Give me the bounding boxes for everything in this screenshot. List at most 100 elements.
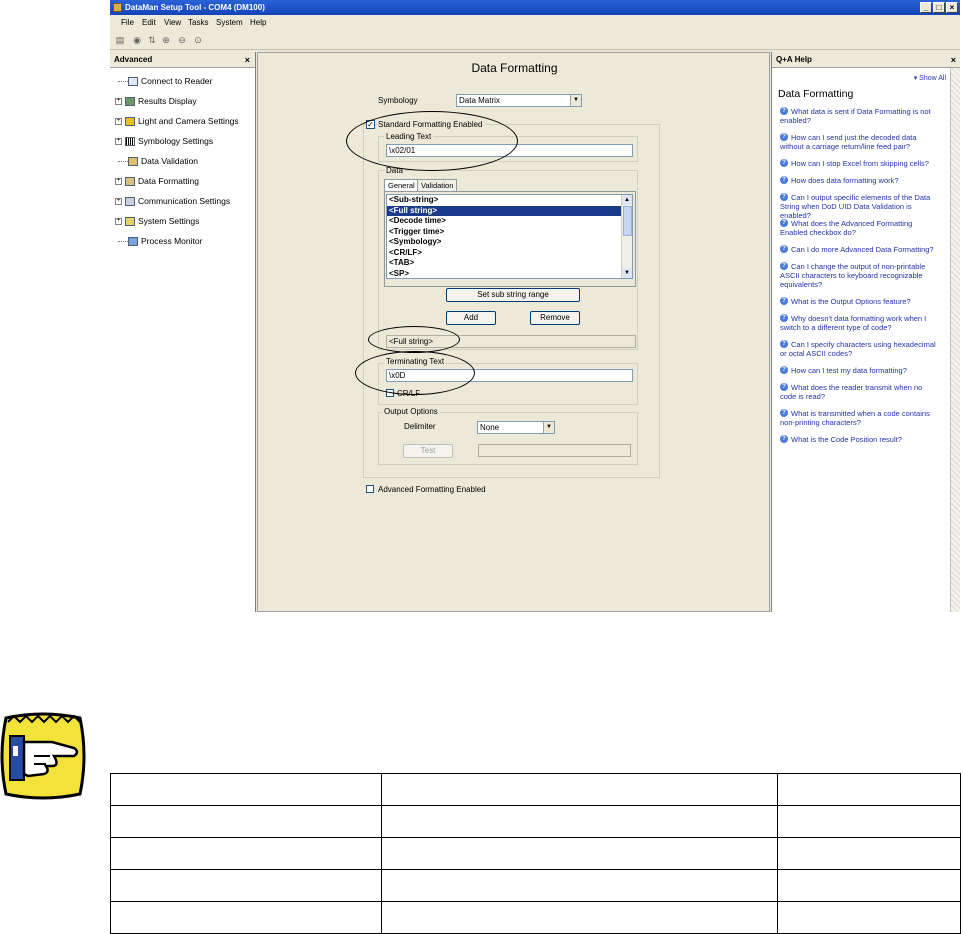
show-all-link[interactable]: ▾ Show All <box>914 74 946 82</box>
tab-general[interactable]: General <box>384 179 419 191</box>
table-cell <box>110 837 382 870</box>
advanced-formatting-checkbox[interactable] <box>366 485 374 493</box>
tree-item-communication[interactable]: + Communication Settings <box>115 194 230 208</box>
help-link[interactable]: ? What is the Output Options feature? <box>780 297 940 306</box>
help-link-text: How can I stop Excel from skipping cells… <box>791 159 929 168</box>
help-question-icon: ? <box>780 159 788 167</box>
expand-icon[interactable]: + <box>115 98 122 106</box>
menu-file[interactable]: File <box>121 15 134 30</box>
tree-item-connect[interactable]: Connect to Reader <box>115 74 212 88</box>
list-item[interactable]: <SP> <box>387 269 632 279</box>
scroll-thumb[interactable] <box>623 206 632 236</box>
expand-icon[interactable]: + <box>115 218 122 226</box>
list-item[interactable]: <Trigger time> <box>387 227 632 238</box>
tree-item-label: Process Monitor <box>141 236 203 246</box>
delimiter-dropdown[interactable]: None ▼ <box>477 421 555 434</box>
expand-icon[interactable]: + <box>115 118 122 126</box>
help-scrollbar[interactable] <box>950 68 960 612</box>
close-button[interactable]: × <box>946 2 958 13</box>
list-item[interactable]: <Decode time> <box>387 216 632 227</box>
symbology-dropdown[interactable]: Data Matrix ▼ <box>456 94 582 107</box>
help-link[interactable]: ? How can I send just the decoded data wi… <box>780 133 940 151</box>
help-link-text: What does the Advanced Formatting Enable… <box>780 219 913 237</box>
save-icon[interactable]: ▤ <box>115 35 125 45</box>
minimize-button[interactable]: _ <box>920 2 932 13</box>
add-button[interactable]: Add <box>446 311 496 325</box>
connect-icon[interactable]: ⇅ <box>147 35 157 45</box>
listbox-scrollbar[interactable]: ▲ ▼ <box>621 195 632 278</box>
help-link[interactable]: ? Can I output specific elements of the D… <box>780 193 940 220</box>
data-result-field: <Full string> <box>386 335 636 348</box>
communication-icon <box>125 197 135 207</box>
tree-item-data-validation[interactable]: Data Validation <box>115 154 198 168</box>
expand-icon[interactable]: + <box>115 138 122 146</box>
test-button[interactable]: Test <box>403 444 453 458</box>
help-link-text: Can I do more Advanced Data Formatting? <box>791 245 934 254</box>
chevron-down-icon: ▼ <box>543 422 554 433</box>
menu-edit[interactable]: Edit <box>142 15 156 30</box>
help-question-icon: ? <box>780 297 788 305</box>
table-cell <box>381 805 778 838</box>
expand-icon[interactable]: + <box>115 178 122 186</box>
menu-view[interactable]: View <box>164 15 181 30</box>
help-link[interactable]: ? How can I test my data formatting? <box>780 366 940 375</box>
tree-item-data-formatting[interactable]: + Data Formatting <box>115 174 199 188</box>
help-question-icon: ? <box>780 435 788 443</box>
tree-item-process-monitor[interactable]: Process Monitor <box>115 234 202 248</box>
maximize-button[interactable]: □ <box>933 2 945 13</box>
help-link[interactable]: ? Can I do more Advanced Data Formatting? <box>780 245 940 254</box>
tree-item-label: Light and Camera Settings <box>138 116 239 126</box>
tree-item-light-camera[interactable]: + Light and Camera Settings <box>115 114 239 128</box>
help-link[interactable]: ? How can I stop Excel from skipping cell… <box>780 159 940 168</box>
tree-item-results[interactable]: + Results Display <box>115 94 197 108</box>
help-link[interactable]: ? Can I specify characters using hexadeci… <box>780 340 940 358</box>
help-link[interactable]: ? What is the Code Position result? <box>780 435 940 444</box>
data-listbox[interactable]: <Sub-string> <Full string> <Decode time>… <box>386 194 633 279</box>
help-link[interactable]: ? What does the reader transmit when no c… <box>780 383 940 401</box>
tree-connector <box>118 161 128 163</box>
close-icon[interactable]: × <box>245 52 250 68</box>
zoom-in-icon[interactable]: ⊕ <box>161 35 171 45</box>
expand-icon[interactable]: + <box>115 198 122 206</box>
zoom-out-icon[interactable]: ⊖ <box>177 35 187 45</box>
crlf-checkbox[interactable] <box>386 389 394 397</box>
gear-icon <box>125 217 135 227</box>
help-question-icon: ? <box>780 262 788 270</box>
help-link[interactable]: ? Can I change the output of non-printabl… <box>780 262 940 289</box>
window-title: DataMan Setup Tool - COM4 (DM100) <box>125 3 265 12</box>
open-icon[interactable]: ◉ <box>132 35 142 45</box>
remove-button[interactable]: Remove <box>530 311 580 325</box>
plug-icon <box>128 77 138 87</box>
list-item[interactable]: <CR/LF> <box>387 248 632 259</box>
set-substring-button[interactable]: Set sub string range <box>446 288 580 302</box>
scroll-up-icon[interactable]: ▲ <box>622 195 632 205</box>
scroll-down-icon[interactable]: ▼ <box>622 268 632 278</box>
tree-item-system[interactable]: + System Settings <box>115 214 199 228</box>
help-link[interactable]: ? How does data formatting work? <box>780 176 940 185</box>
menu-help[interactable]: Help <box>250 15 266 30</box>
close-icon[interactable]: × <box>951 52 956 68</box>
tab-validation[interactable]: Validation <box>417 179 458 191</box>
tree-item-label: Connect to Reader <box>141 76 213 86</box>
help-question-icon: ? <box>780 133 788 141</box>
menu-system[interactable]: System <box>216 15 243 30</box>
standard-formatting-label: Standard Formatting Enabled <box>378 120 485 129</box>
list-item[interactable]: <Sub-string> <box>387 195 632 206</box>
help-link-text: What is the Output Options feature? <box>791 297 911 306</box>
help-link[interactable]: ? Why doesn't data formatting work when I… <box>780 314 940 332</box>
terminating-text-input[interactable]: \x0D <box>386 369 633 382</box>
toolbar: ▤ ◉ ⇅ ⊕ ⊖ ⊙ <box>110 30 960 50</box>
tree-item-symbology[interactable]: + Symbology Settings <box>115 134 213 148</box>
leading-text-input[interactable]: \x02/01 <box>386 144 633 157</box>
help-link[interactable]: ? What data is sent if Data Formatting is… <box>780 107 940 125</box>
table-cell <box>777 773 961 806</box>
zoom-fit-icon[interactable]: ⊙ <box>193 35 203 45</box>
list-item[interactable]: <Symbology> <box>387 237 632 248</box>
list-item[interactable]: <TAB> <box>387 258 632 269</box>
standard-formatting-checkbox[interactable]: ✓ <box>366 120 375 129</box>
help-link[interactable]: ? What does the Advanced Formatting Enabl… <box>780 219 940 237</box>
advanced-formatting-label: Advanced Formatting Enabled <box>378 485 486 494</box>
list-item-selected[interactable]: <Full string> <box>387 205 632 216</box>
menu-tasks[interactable]: Tasks <box>188 15 208 30</box>
help-link[interactable]: ? What is transmitted when a code contain… <box>780 409 940 427</box>
